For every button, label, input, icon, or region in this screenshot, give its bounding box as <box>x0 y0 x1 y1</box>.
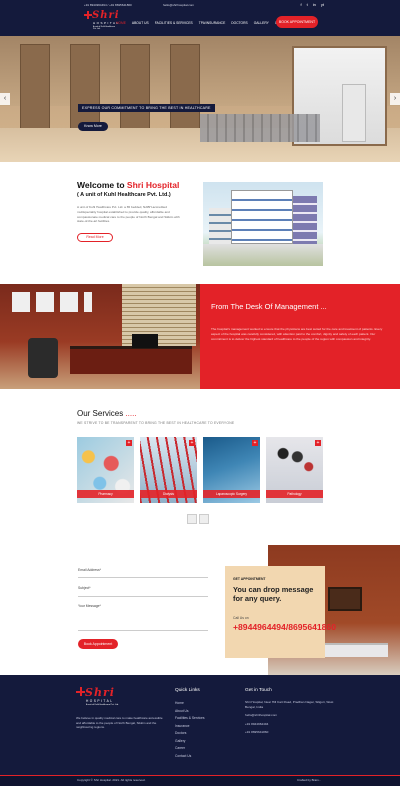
welcome-title: Welcome to Shri Hospital <box>77 180 180 190</box>
message-field[interactable] <box>78 630 208 631</box>
nav-home[interactable]: HOME <box>116 21 126 25</box>
copyright-bar <box>0 775 400 786</box>
header-email[interactable]: hello@shrihospital.com <box>163 3 194 7</box>
call-label: Call Us on <box>233 616 249 620</box>
service-label: Pharmacy <box>77 490 134 498</box>
nav-facilities[interactable]: FACILITIES & SERVICES <box>155 21 193 25</box>
cross-icon <box>76 687 85 696</box>
service-card-laparoscopic[interactable]: + Laparoscopic Surgery <box>203 437 260 503</box>
footer-link-home[interactable]: Home <box>175 700 205 708</box>
plus-icon: + <box>189 440 195 446</box>
subject-field-label: Subject* <box>78 586 91 590</box>
footer-phone-1[interactable]: +91 8944964494 <box>245 722 335 727</box>
office-image <box>0 284 200 389</box>
subject-field[interactable] <box>78 596 208 597</box>
footer-link-about[interactable]: About Us <box>175 708 205 716</box>
twitter-icon[interactable]: t <box>307 2 308 7</box>
plus-icon: + <box>315 440 321 446</box>
nav-about[interactable]: ABOUT US <box>132 21 149 25</box>
slider-next-icon[interactable]: › <box>390 93 400 105</box>
social-links: f t in yt <box>301 2 325 7</box>
management-text: The hospital's management worked to ensu… <box>211 327 383 341</box>
appointment-phone[interactable]: +8944964494/8695641860 <box>233 622 336 632</box>
footer-link-doctors[interactable]: Doctors <box>175 730 205 738</box>
service-label: Laparoscopic Surgery <box>203 490 260 498</box>
service-label: Pathology <box>266 490 323 498</box>
appointment-title: You can drop message for any query. <box>233 585 314 603</box>
footer-link-contact[interactable]: Contact Us <box>175 753 205 761</box>
hero-tagline: EXPRESS OUR COMMITMENT TO BRING THE BEST… <box>78 104 215 112</box>
touch-heading: Get in Touch <box>245 688 272 693</box>
email-field[interactable] <box>78 577 208 578</box>
footer-email[interactable]: hello@shrihospital.com <box>245 713 335 718</box>
read-more-button[interactable]: Read More <box>77 233 113 242</box>
services-title: Our Services ..... <box>77 409 137 418</box>
footer-link-insurance[interactable]: Insurance <box>175 723 205 731</box>
footer-address: Shri Hospital, Near Hill Cart Road, Prad… <box>245 700 334 709</box>
service-card-pharmacy[interactable]: + Pharmacy <box>77 437 134 503</box>
nav-gallery[interactable]: GALLERY <box>254 21 269 25</box>
nav-doctors[interactable]: DOCTORS <box>231 21 247 25</box>
submit-appointment-button[interactable]: Book Appointment <box>78 639 118 649</box>
book-appointment-button[interactable]: BOOK APPOINTMENT <box>276 16 318 28</box>
management-title: From The Desk Of Management ... <box>211 302 327 311</box>
footer-logo[interactable]: Shri HOSPITAL A unit of Kuhl Healthcare … <box>76 686 120 710</box>
site-header: +91 8944964494 / +91 8695641860 hello@sh… <box>0 0 400 36</box>
footer-about: We believe in quality medical care to ma… <box>76 716 163 729</box>
cross-icon <box>84 11 92 19</box>
header-phone[interactable]: +91 8944964494 / +91 8695641860 <box>84 3 132 7</box>
slider-prev-icon[interactable]: ‹ <box>0 93 10 105</box>
pager-next-button[interactable] <box>199 514 209 524</box>
site-logo[interactable]: Shri HOSPITAL A unit of Kuhl Healthcare … <box>84 10 119 32</box>
plus-icon: + <box>126 440 132 446</box>
service-label: Dialysis <box>140 490 197 498</box>
services-pager <box>187 514 209 524</box>
service-card-dialysis[interactable]: + Dialysis <box>140 437 197 503</box>
quick-links-heading: Quick Links <box>175 688 200 693</box>
hospital-building-image <box>203 182 323 266</box>
facebook-icon[interactable]: f <box>301 2 302 7</box>
service-card-pathology[interactable]: + Pathology <box>266 437 323 503</box>
footer-link-facilities[interactable]: Facilities & Services <box>175 715 205 723</box>
linkedin-icon[interactable]: in <box>313 2 316 7</box>
hero-slider <box>0 36 400 162</box>
quick-links: Home About Us Facilities & Services Insu… <box>175 700 205 760</box>
email-field-label: Email Address* <box>78 568 101 572</box>
pager-prev-button[interactable] <box>187 514 197 524</box>
appointment-eyebrow: GET APPOINTMENT <box>233 577 266 581</box>
waiting-chairs <box>200 114 320 142</box>
copyright-text: Copyright © Shri Hospital. 2021. All rig… <box>77 778 146 782</box>
contact-details: Shri Hospital, Near Hill Cart Road, Prad… <box>245 700 335 739</box>
message-field-label: Your Message* <box>78 604 101 608</box>
plus-icon: + <box>252 440 258 446</box>
nav-tpa[interactable]: TPA/INSURANCE <box>199 21 226 25</box>
welcome-subtitle: ( A unit of Kuhl Healthcare Pvt. Ltd.) <box>77 192 171 198</box>
credit-link[interactable]: Crafted by Brain... <box>297 778 321 782</box>
services-subtitle: WE STRIVE TO BE TRANSPARENT TO BRING THE… <box>77 421 235 425</box>
youtube-icon[interactable]: yt <box>321 2 324 7</box>
footer-link-career[interactable]: Career <box>175 745 205 753</box>
know-more-button[interactable]: Know More <box>78 122 108 131</box>
footer-phone-2[interactable]: +91 8695641860 <box>245 730 335 735</box>
footer-link-gallery[interactable]: Gallery <box>175 738 205 746</box>
welcome-text: A unit of Kuhl Healthcare Pvt. Ltd. a 65… <box>77 205 180 224</box>
